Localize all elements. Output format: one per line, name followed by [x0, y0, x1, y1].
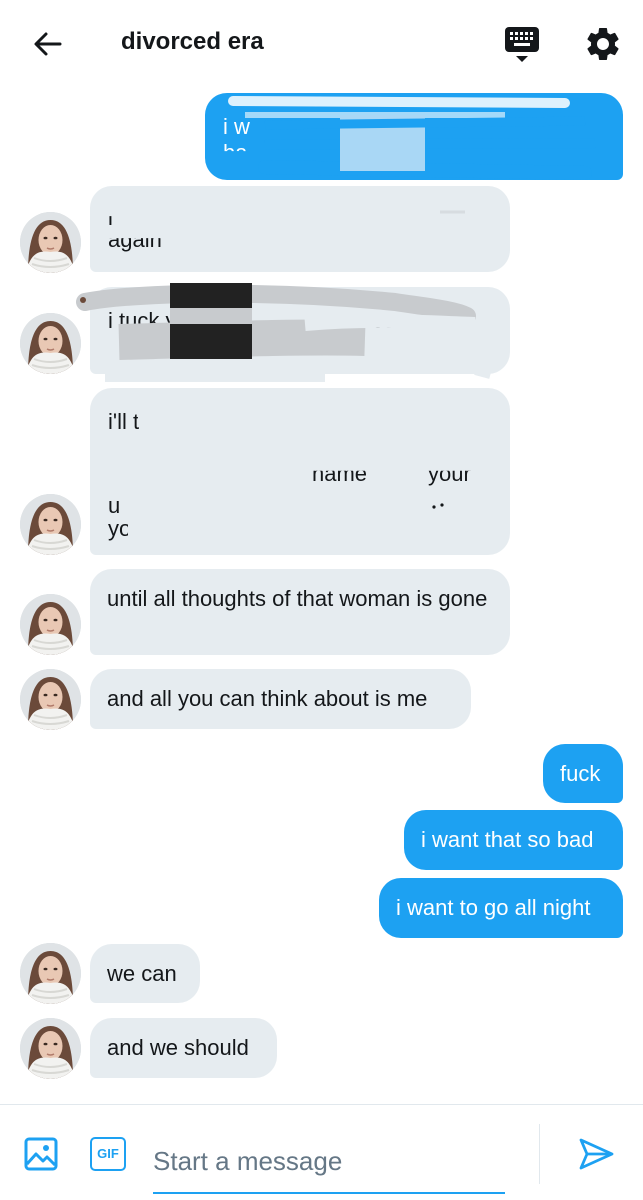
incoming-message-bubble[interactable]: until all thoughts of that woman is gone	[90, 569, 510, 655]
message-input[interactable]	[153, 1130, 505, 1194]
conversation-title[interactable]: divorced era	[121, 28, 264, 56]
outgoing-message-bubble[interactable]: i want to go all night	[379, 878, 623, 938]
keyboard-icon[interactable]	[502, 24, 544, 66]
avatar[interactable]	[20, 1018, 81, 1079]
redaction-scribble	[110, 398, 490, 539]
incoming-message-bubble[interactable]: we can	[90, 944, 200, 1003]
redaction-scribble	[76, 283, 491, 382]
message-text: we can	[107, 961, 177, 986]
avatar[interactable]	[20, 594, 81, 655]
gif-button[interactable]: GIF	[90, 1137, 126, 1171]
message-text: i want to go all night	[396, 895, 591, 920]
avatar[interactable]	[20, 669, 81, 730]
message-text: and all you can think about is me	[107, 686, 428, 711]
avatar[interactable]	[20, 212, 81, 273]
message-text: until all thoughts of that woman is gone	[107, 586, 488, 611]
conversation-header: divorced era	[0, 0, 643, 86]
composer-divider	[0, 1104, 643, 1105]
back-arrow-icon[interactable]	[28, 24, 68, 64]
incoming-message-bubble[interactable]: and all you can think about is me	[90, 669, 471, 729]
message-text: fuck	[560, 761, 601, 786]
redaction-scribble	[228, 96, 596, 180]
image-icon[interactable]	[23, 1136, 59, 1172]
message-text: and we should	[107, 1035, 249, 1060]
avatar[interactable]	[20, 313, 81, 374]
redaction-scribble	[117, 205, 490, 246]
composer-separator	[539, 1124, 540, 1184]
gear-icon[interactable]	[583, 24, 623, 64]
outgoing-message-bubble[interactable]: fuck	[543, 744, 623, 803]
avatar[interactable]	[20, 943, 81, 1004]
send-icon[interactable]	[576, 1134, 616, 1174]
outgoing-message-bubble[interactable]: i want that so bad	[404, 810, 623, 870]
avatar[interactable]	[20, 494, 81, 555]
incoming-message-bubble[interactable]: and we should	[90, 1018, 277, 1078]
message-text: i want that so bad	[421, 827, 594, 852]
